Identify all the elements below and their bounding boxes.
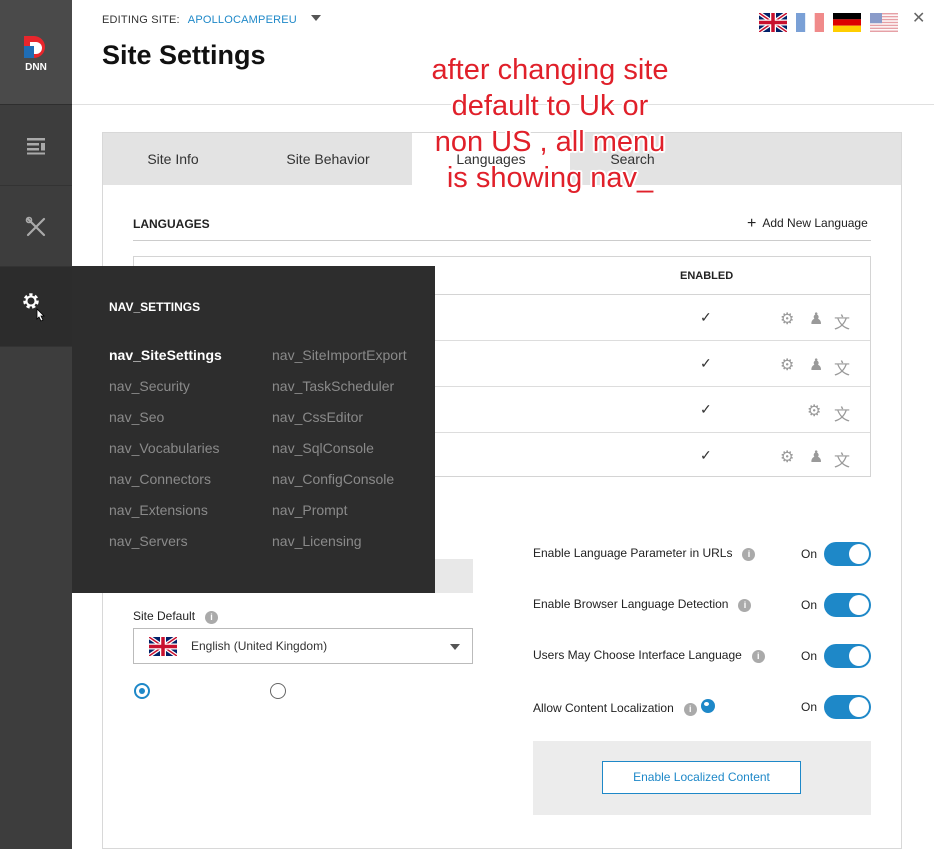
check-icon: ✓ (700, 309, 712, 325)
settings-flyout-menu: NAV_SETTINGS nav_SiteSettings nav_Securi… (72, 266, 435, 593)
info-icon[interactable]: i (751, 650, 765, 663)
sidebar-item-settings[interactable] (0, 267, 72, 347)
tab-site-behavior[interactable]: Site Behavior (253, 133, 403, 185)
menu-item-extensions[interactable]: nav_Extensions (109, 502, 208, 518)
language-flags (759, 13, 898, 32)
menu-item-servers[interactable]: nav_Servers (109, 533, 188, 549)
pages-icon (27, 137, 45, 154)
gear-icon[interactable]: ⚙ (780, 355, 794, 375)
user-icon[interactable]: ♟ (809, 447, 823, 467)
setting-label: Enable Language Parameter in URLs (533, 546, 733, 560)
menu-item-seo[interactable]: nav_Seo (109, 409, 164, 425)
tab-site-info[interactable]: Site Info (103, 133, 243, 185)
page-title: Site Settings (102, 40, 266, 70)
gear-icon[interactable]: ⚙ (807, 401, 821, 421)
menu-item-task-scheduler[interactable]: nav_TaskScheduler (272, 378, 394, 394)
editing-site-selector[interactable]: EDITING SITE: APOLLOCAMPEREU (102, 14, 321, 26)
add-new-language-label: Add New Language (762, 216, 868, 230)
translate-icon[interactable]: 文 (834, 309, 850, 333)
toggle-language-parameter[interactable] (824, 542, 871, 566)
setting-label: Allow Content Localization (533, 701, 674, 715)
annotation-line: after changing site (431, 54, 669, 86)
toggle-browser-detection[interactable] (824, 593, 871, 617)
site-default-text: Site Default (133, 609, 196, 623)
site-default-label: Site Default i (133, 609, 219, 624)
section-divider (133, 240, 871, 241)
globe-icon[interactable] (700, 699, 715, 713)
menu-item-connectors[interactable]: nav_Connectors (109, 471, 211, 487)
menu-item-security[interactable]: nav_Security (109, 378, 190, 394)
annotation-line: default to Uk or (451, 90, 649, 122)
setting-interface-language: Users May Choose Interface Language i (533, 648, 765, 663)
setting-label: Users May Choose Interface Language (533, 648, 742, 662)
site-default-select[interactable]: English (United Kingdom) (133, 628, 473, 664)
toggle-state: On (801, 700, 818, 714)
enable-localized-content-button[interactable]: Enable Localized Content (602, 761, 801, 794)
info-icon[interactable]: i (738, 599, 752, 612)
de-flag-icon[interactable] (833, 13, 861, 32)
flyout-title: NAV_SETTINGS (109, 300, 201, 314)
localized-content-box: Enable Localized Content (533, 741, 871, 815)
editing-site-name[interactable]: APOLLOCAMPEREU (188, 14, 297, 26)
red-annotation: after changing site default to Uk or non… (405, 52, 695, 196)
menu-item-prompt[interactable]: nav_Prompt (272, 502, 347, 518)
column-header-enabled: ENABLED (680, 270, 734, 282)
gear-icon[interactable]: ⚙ (780, 447, 794, 467)
radio-english-name[interactable] (270, 683, 286, 699)
gear-icon[interactable]: ⚙ (780, 309, 794, 329)
site-default-value: English (United Kingdom) (191, 639, 328, 653)
toggle-state: On (801, 547, 818, 561)
tools-icon (25, 216, 46, 236)
menu-item-config-console[interactable]: nav_ConfigConsole (272, 471, 394, 487)
menu-item-sql-console[interactable]: nav_SqlConsole (272, 440, 374, 456)
setting-language-parameter: Enable Language Parameter in URLs i (533, 546, 756, 561)
editing-site-label: EDITING SITE: (102, 14, 180, 26)
info-icon[interactable]: i (742, 548, 756, 561)
info-icon[interactable]: i (205, 611, 219, 624)
setting-label: Enable Browser Language Detection (533, 597, 729, 611)
translate-icon[interactable]: 文 (834, 401, 850, 425)
radio-native-name[interactable] (134, 683, 150, 699)
left-sidebar: DNN (0, 0, 72, 849)
dnn-logo[interactable]: DNN (0, 0, 72, 105)
check-icon: ✓ (700, 401, 712, 417)
toggle-state: On (801, 598, 818, 612)
user-icon[interactable]: ♟ (809, 355, 823, 375)
menu-item-vocabularies[interactable]: nav_Vocabularies (109, 440, 220, 456)
check-icon: ✓ (700, 447, 712, 463)
annotation-line: is showing nav_ (446, 162, 654, 194)
plus-icon: + (747, 215, 757, 232)
user-icon[interactable]: ♟ (809, 309, 823, 329)
annotation-line: non US , all menu (434, 126, 666, 158)
setting-content-localization: Allow Content Localization i (533, 699, 715, 716)
menu-item-licensing[interactable]: nav_Licensing (272, 533, 362, 549)
menu-item-site-settings[interactable]: nav_SiteSettings (109, 347, 222, 363)
menu-item-site-import-export[interactable]: nav_SiteImportExport (272, 347, 407, 363)
fr-flag-icon[interactable] (796, 13, 824, 32)
translate-icon[interactable]: 文 (834, 355, 850, 379)
menu-item-css-editor[interactable]: nav_CssEditor (272, 409, 363, 425)
svg-text:DNN: DNN (25, 62, 47, 72)
setting-browser-detection: Enable Browser Language Detection i (533, 597, 752, 612)
gb-flag-icon[interactable] (759, 13, 787, 32)
check-icon: ✓ (700, 355, 712, 371)
close-icon[interactable]: ✕ (912, 8, 925, 28)
languages-section-title: LANGUAGES (133, 217, 210, 231)
sidebar-item-tools[interactable] (0, 187, 72, 267)
chevron-down-icon (450, 644, 460, 650)
cursor-icon (36, 307, 45, 322)
toggle-state: On (801, 649, 818, 663)
toggle-interface-language[interactable] (824, 644, 871, 668)
dnn-logo-icon: DNN (24, 36, 47, 72)
chevron-down-icon[interactable] (310, 15, 321, 21)
info-icon[interactable]: i (683, 703, 697, 716)
us-flag-icon[interactable] (870, 13, 898, 32)
gb-flag-icon (149, 637, 177, 656)
settings-icon (23, 292, 45, 322)
translate-icon[interactable]: 文 (834, 447, 850, 471)
toggle-content-localization[interactable] (824, 695, 871, 719)
add-new-language-button[interactable]: + Add New Language (747, 215, 868, 233)
sidebar-item-content[interactable] (0, 106, 72, 186)
